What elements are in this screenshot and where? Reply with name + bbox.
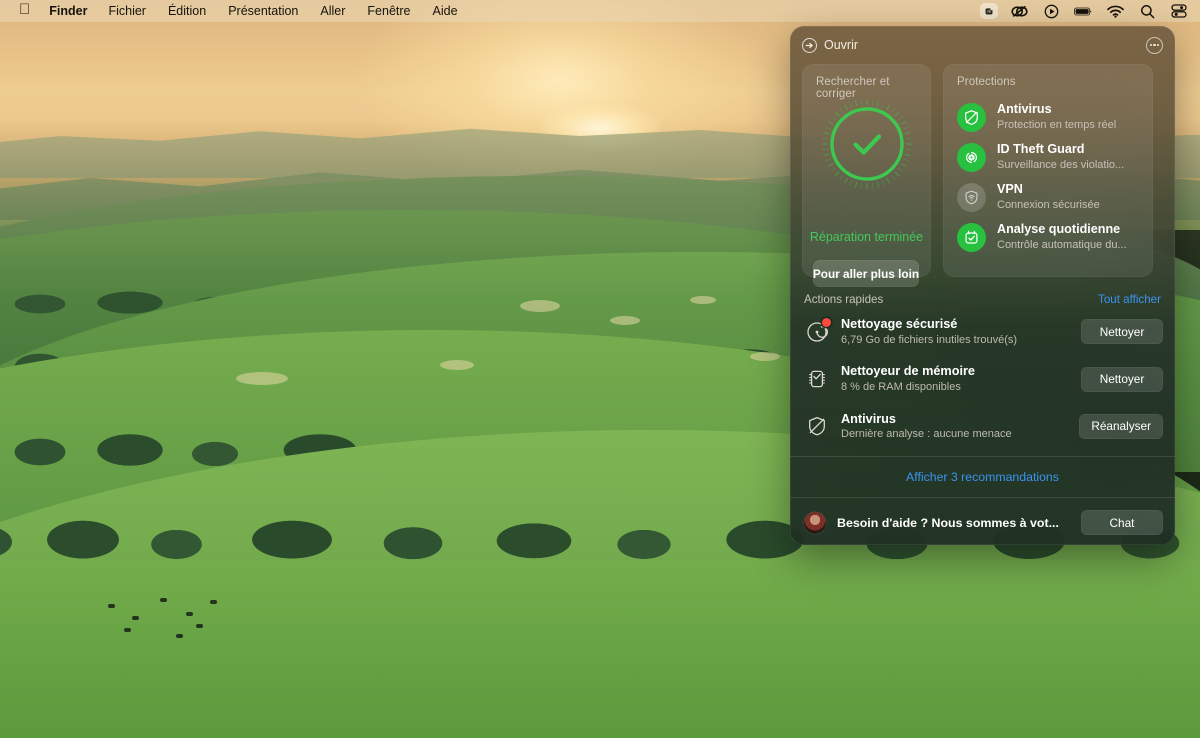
menu-item-fenetre[interactable]: Fenêtre	[356, 0, 421, 22]
protection-name: VPN	[997, 182, 1023, 197]
menu-item-aller[interactable]: Aller	[309, 0, 356, 22]
protections-list: Antivirus Protection en temps réel ID Th…	[943, 88, 1153, 257]
dot	[1149, 43, 1152, 47]
quick-action-row-memory-cleaner: Nettoyeur de mémoire 8 % de RAM disponib…	[790, 355, 1175, 402]
quick-action-row-antivirus: Antivirus Dernière analyse : aucune mena…	[790, 403, 1175, 450]
scan-progress-ring	[819, 96, 915, 192]
protection-item-antivirus[interactable]: Antivirus Protection en temps réel	[943, 97, 1153, 137]
cattle	[108, 604, 115, 608]
sand-patch	[236, 372, 288, 385]
antivirus-shield-icon	[957, 102, 986, 132]
cattle	[124, 628, 131, 632]
scan-and-fix-card: Rechercher et corriger Réparation termin…	[802, 64, 931, 287]
sand-patch	[520, 300, 560, 312]
more-options-button[interactable]	[1146, 36, 1163, 54]
sand-patch	[610, 316, 640, 325]
protection-item-id-theft-guard[interactable]: ID Theft Guard Surveillance des violatio…	[943, 137, 1153, 177]
menu-bar-status-icons: mk	[980, 3, 1200, 19]
quick-action-text: Antivirus Dernière analyse : aucune mena…	[841, 411, 1068, 442]
clean-button-memory[interactable]: Nettoyer	[1081, 366, 1163, 392]
cleanmymac-menu-panel: Ouvrir Rechercher et corriger Réparation…	[790, 26, 1175, 545]
scan-status-text: Réparation terminée	[809, 230, 924, 244]
rescan-button-antivirus[interactable]: Réanalyser	[1079, 413, 1163, 439]
dot	[1153, 43, 1156, 47]
protection-subtitle: Contrôle automatique du...	[997, 238, 1127, 251]
go-further-button[interactable]: Pour aller plus loin	[813, 260, 919, 287]
dot	[1157, 43, 1160, 47]
protection-text: Analyse quotidienne Contrôle automatique…	[997, 222, 1127, 252]
open-app-label: Ouvrir	[824, 38, 859, 52]
calendar-check-icon	[957, 222, 986, 252]
protection-text: ID Theft Guard Surveillance des violatio…	[997, 142, 1124, 172]
vpn-shield-icon	[957, 182, 986, 212]
cattle	[160, 598, 167, 602]
notification-badge	[822, 317, 831, 327]
cattle	[176, 634, 183, 638]
sand-patch	[750, 352, 780, 361]
media-play-menu-icon[interactable]	[1042, 3, 1060, 19]
open-app-button[interactable]: Ouvrir	[802, 37, 859, 53]
apple-logo-icon[interactable]: 	[10, 0, 39, 21]
help-message-text: Besoin d'aide ? Nous sommes à vot...	[837, 515, 1059, 530]
control-center-icon[interactable]	[1170, 3, 1188, 19]
show-recommendations-link[interactable]: Afficher 3 recommandations	[790, 457, 1175, 497]
menu-item-presentation[interactable]: Présentation	[217, 0, 309, 22]
menu-item-finder[interactable]: Finder	[39, 0, 97, 22]
quick-action-text: Nettoyeur de mémoire 8 % de RAM disponib…	[841, 363, 1070, 394]
quick-actions-title: Actions rapides	[804, 293, 884, 306]
scan-ring-wrapper	[802, 96, 931, 192]
quick-action-text: Nettoyage sécurisé 6,79 Go de fichiers i…	[841, 316, 1070, 347]
cattle	[186, 612, 193, 616]
quick-action-subtitle: Dernière analyse : aucune menace	[841, 428, 1012, 441]
quick-action-name: Antivirus	[841, 411, 896, 426]
spotlight-search-icon[interactable]	[1138, 3, 1156, 19]
menu-item-aide[interactable]: Aide	[422, 0, 469, 22]
menu-item-edition[interactable]: Édition	[157, 0, 217, 22]
quick-action-row-smart-care: Nettoyage sécurisé 6,79 Go de fichiers i…	[790, 308, 1175, 355]
cattle	[196, 624, 203, 628]
protection-subtitle: Protection en temps réel	[997, 118, 1117, 131]
scan-spiral-icon	[804, 317, 831, 345]
menu-bar-app-menus:  Finder Fichier Édition Présentation Al…	[0, 0, 469, 22]
svg-text:mk: mk	[987, 9, 992, 13]
clean-button-smart-care[interactable]: Nettoyer	[1081, 319, 1163, 345]
quick-action-subtitle: 6,79 Go de fichiers inutiles trouvé(s)	[841, 333, 1018, 346]
help-support-row: Besoin d'aide ? Nous sommes à vot... Cha…	[790, 498, 1175, 545]
protections-card-title: Protections	[957, 76, 1016, 88]
support-agent-avatar	[804, 511, 826, 534]
cattle	[210, 600, 217, 604]
cattle	[132, 616, 139, 620]
antivirus-shield-icon	[804, 413, 830, 439]
panel-header: Ouvrir	[790, 30, 1175, 60]
protections-card: Protections Antivirus Protection en temp…	[943, 64, 1153, 277]
chat-button[interactable]: Chat	[1081, 510, 1163, 536]
sand-patch	[440, 360, 474, 370]
protection-subtitle: Connexion sécurisée	[997, 198, 1100, 211]
quick-action-name: Nettoyage sécurisé	[841, 317, 958, 331]
scan-card-title: Rechercher et corriger	[816, 76, 890, 100]
show-all-link[interactable]: Tout afficher	[1098, 293, 1161, 306]
protection-name: Antivirus	[997, 102, 1052, 116]
protection-text: Antivirus Protection en temps réel	[997, 102, 1116, 132]
fingerprint-icon	[957, 142, 986, 172]
menu-item-fichier[interactable]: Fichier	[97, 0, 157, 22]
quick-action-name: Nettoyeur de mémoire	[841, 364, 975, 379]
wifi-icon[interactable]	[1106, 3, 1124, 19]
arrow-right-circle-icon	[802, 37, 817, 53]
cleanmymac-menu-icon[interactable]: mk	[980, 3, 998, 19]
battery-icon[interactable]	[1074, 3, 1092, 19]
panel-cards: Rechercher et corriger Réparation termin…	[790, 60, 1175, 287]
macos-menu-bar:  Finder Fichier Édition Présentation Al…	[0, 0, 1200, 22]
protection-name: Analyse quotidienne	[997, 222, 1121, 237]
protection-name: ID Theft Guard	[997, 142, 1085, 157]
protection-item-analyse-quotidienne[interactable]: Analyse quotidienne Contrôle automatique…	[943, 217, 1153, 257]
foreground-meadow	[0, 560, 1200, 738]
protection-item-vpn[interactable]: VPN Connexion sécurisée	[943, 177, 1153, 217]
memory-chip-icon	[804, 366, 830, 392]
protection-subtitle: Surveillance des violatio...	[997, 158, 1125, 171]
quick-action-subtitle: 8 % de RAM disponibles	[841, 380, 961, 393]
avg-antivirus-menu-icon[interactable]	[1010, 3, 1028, 19]
protection-text: VPN Connexion sécurisée	[997, 182, 1100, 212]
